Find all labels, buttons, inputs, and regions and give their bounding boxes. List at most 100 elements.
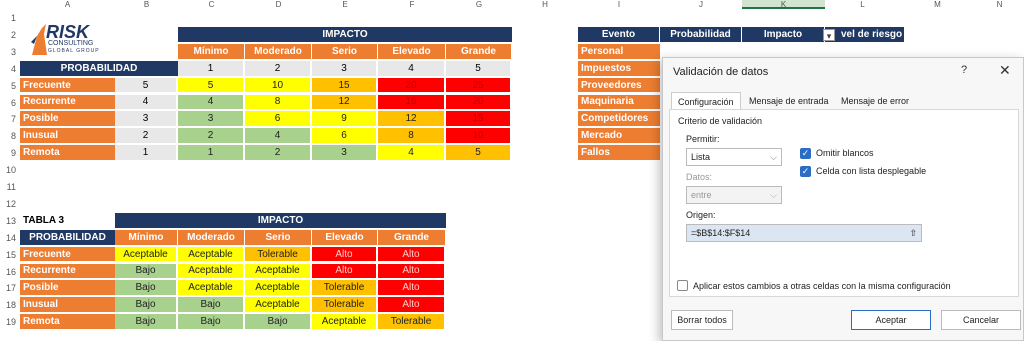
risk-cell: Alto bbox=[378, 297, 445, 314]
column-header[interactable]: L bbox=[825, 0, 900, 9]
row-header[interactable]: 18 bbox=[0, 297, 18, 314]
row-header[interactable]: 10 bbox=[0, 162, 18, 179]
risk-cell: Bajo bbox=[245, 314, 311, 331]
range-select-icon[interactable]: ⇧ bbox=[909, 225, 917, 241]
column-header[interactable]: K bbox=[742, 0, 825, 9]
impact-label: Grande bbox=[446, 43, 511, 60]
help-button[interactable]: ? bbox=[961, 64, 967, 76]
event-header: vel de riesgo bbox=[825, 26, 904, 43]
cancelar-button[interactable]: Cancelar bbox=[941, 310, 1021, 330]
column-header[interactable]: M bbox=[900, 0, 975, 9]
impact-number: 2 bbox=[245, 60, 311, 77]
impacto-header: IMPACTO bbox=[115, 212, 446, 229]
row-header[interactable]: 1 bbox=[0, 10, 18, 27]
column-header[interactable]: A bbox=[20, 0, 115, 9]
probability-label: Frecuente bbox=[20, 77, 115, 94]
impact-label: Moderado bbox=[245, 43, 311, 60]
impact-label: Elevado bbox=[312, 229, 377, 246]
matrix-cell: 2 bbox=[245, 145, 311, 162]
aplicar-checkbox[interactable] bbox=[677, 280, 688, 291]
row-header[interactable]: 14 bbox=[0, 230, 18, 247]
close-button[interactable]: ✕ bbox=[999, 62, 1011, 79]
omitir-label: Omitir blancos bbox=[816, 148, 874, 158]
row-header[interactable]: 11 bbox=[0, 179, 18, 196]
event-header: Probabilidad bbox=[660, 26, 741, 43]
column-header[interactable]: B bbox=[115, 0, 178, 9]
section-label: Criterio de validación bbox=[678, 116, 763, 126]
logo-sub2: GLOBAL GROUP bbox=[48, 48, 100, 54]
row-header[interactable]: 9 bbox=[0, 145, 18, 162]
risk-cell: Alto bbox=[312, 246, 377, 263]
row-header[interactable]: 5 bbox=[0, 78, 18, 95]
matrix-cell: 12 bbox=[378, 111, 445, 128]
column-header[interactable]: H bbox=[512, 0, 578, 9]
datos-value: entre bbox=[691, 190, 712, 200]
risk-cell: Aceptable bbox=[245, 263, 311, 280]
tab-configuracion[interactable]: Configuración bbox=[671, 92, 741, 110]
risk-cell: Alto bbox=[312, 263, 377, 280]
spreadsheet[interactable]: ABCDEFGHIJKLMN 1 2 3 4 5 6 7 8 9 10 11 12 13 14 15 16 17… bbox=[0, 0, 1024, 341]
impact-number: 3 bbox=[312, 60, 377, 77]
risk-cell: Aceptable bbox=[312, 314, 377, 331]
permitir-label: Permitir: bbox=[686, 134, 720, 144]
matrix-cell: 4 bbox=[245, 128, 311, 145]
row-header[interactable]: 7 bbox=[0, 111, 18, 128]
matrix-cell: 2 bbox=[178, 128, 244, 145]
row-header[interactable]: 13 bbox=[0, 213, 18, 230]
row-header[interactable]: 3 bbox=[0, 44, 18, 61]
probability-label: Posible bbox=[20, 280, 115, 297]
column-header[interactable]: J bbox=[660, 0, 742, 9]
origen-input[interactable]: =$B$14:$F$14 ⇧ bbox=[686, 224, 922, 242]
datos-label: Datos: bbox=[686, 172, 713, 182]
row-header[interactable]: 8 bbox=[0, 128, 18, 145]
row-header[interactable]: 17 bbox=[0, 280, 18, 297]
matrix-cell: 8 bbox=[245, 94, 311, 111]
column-header[interactable]: G bbox=[446, 0, 512, 9]
column-header[interactable]: C bbox=[178, 0, 245, 9]
row-header[interactable]: 19 bbox=[0, 314, 18, 331]
impact-label: Moderado bbox=[178, 229, 244, 246]
column-header[interactable]: E bbox=[312, 0, 378, 9]
tab-mensaje-entrada[interactable]: Mensaje de entrada bbox=[743, 92, 835, 110]
impact-label: Serio bbox=[312, 43, 377, 60]
dropdown-arrow-icon[interactable]: ▾ bbox=[823, 28, 835, 41]
matrix-cell: 4 bbox=[378, 145, 445, 162]
risk-cell: Aceptable bbox=[178, 263, 244, 280]
risk-cell: Aceptable bbox=[178, 246, 244, 263]
event-header: Evento bbox=[578, 26, 659, 43]
row-header[interactable]: 6 bbox=[0, 95, 18, 112]
risk-cell: Aceptable bbox=[178, 280, 244, 297]
row-header[interactable]: 2 bbox=[0, 27, 18, 44]
matrix-cell: 5 bbox=[178, 77, 244, 94]
aceptar-button[interactable]: Aceptar bbox=[851, 310, 931, 330]
column-header[interactable]: F bbox=[378, 0, 446, 9]
borrar-todos-button[interactable]: Borrar todos bbox=[671, 310, 733, 330]
row-header[interactable]: 16 bbox=[0, 264, 18, 281]
row-header[interactable]: 15 bbox=[0, 247, 18, 264]
impact-number: 4 bbox=[378, 60, 445, 77]
column-header[interactable]: D bbox=[245, 0, 312, 9]
matrix-cell: 15 bbox=[446, 111, 511, 128]
row-header[interactable]: 12 bbox=[0, 196, 18, 213]
row-header[interactable]: 4 bbox=[0, 61, 18, 78]
permitir-value: Lista bbox=[691, 152, 711, 162]
matrix-cell: 6 bbox=[312, 128, 377, 145]
tab-mensaje-error[interactable]: Mensaje de error bbox=[835, 92, 915, 110]
impact-number: 1 bbox=[178, 60, 244, 77]
matrix-cell: 1 bbox=[178, 145, 244, 162]
permitir-select[interactable]: Lista ⌵ bbox=[686, 148, 782, 166]
datos-select[interactable]: entre ⌵ bbox=[686, 186, 782, 204]
celda-desplegable-checkbox[interactable]: ✓ bbox=[800, 166, 811, 177]
logo-sub1: CONSULTING bbox=[48, 40, 94, 47]
omitir-blancos-checkbox[interactable]: ✓ bbox=[800, 148, 811, 159]
dialog-title: Validación de datos bbox=[673, 66, 769, 78]
matrix-cell: 10 bbox=[446, 128, 511, 145]
risk-cell: Aceptable bbox=[115, 246, 177, 263]
risk-cell: Aceptable bbox=[245, 280, 311, 297]
column-header[interactable]: I bbox=[578, 0, 660, 9]
event-item: Proveedores bbox=[578, 77, 660, 94]
column-header[interactable]: N bbox=[975, 0, 1024, 9]
event-item: Competidores bbox=[578, 111, 660, 128]
matrix-cell: 3 bbox=[312, 145, 377, 162]
celda-label: Celda con lista desplegable bbox=[816, 166, 927, 176]
